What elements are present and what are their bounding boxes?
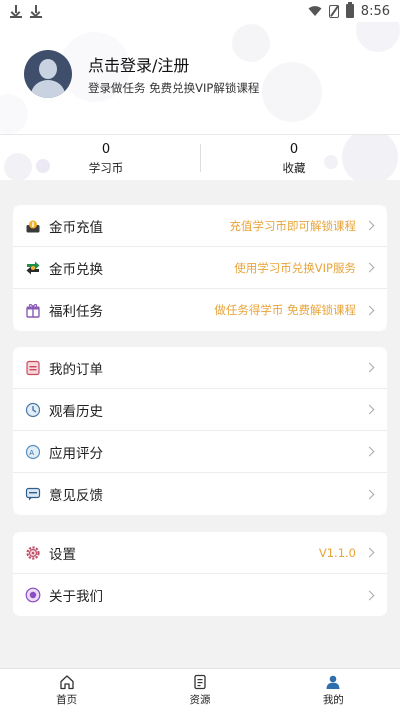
settings-icon [26, 545, 40, 560]
menu-item-coin-exchange[interactable]: 金币兑换 使用学习币兑换VIP服务 [13, 247, 387, 289]
stat-favorites-label: 收藏 [282, 161, 306, 175]
chevron-right-icon [364, 446, 375, 457]
stats-bar: 0 学习币 0 收藏 [0, 134, 400, 180]
menu-item-hint: 充值学习币即可解锁课程 [229, 218, 357, 233]
menu-item-label: 我的订单 [49, 361, 103, 378]
chevron-right-icon [364, 262, 375, 273]
tab-profile[interactable]: 我的 [267, 669, 400, 710]
login-title[interactable]: 点击登录/注册 [88, 52, 189, 76]
activity-card: 我的订单 观看历史 A 应用评分 意见反馈 [13, 347, 387, 515]
menu-item-watch-history[interactable]: 观看历史 [13, 389, 387, 431]
menu-item-label: 福利任务 [49, 304, 103, 320]
svg-text:A: A [29, 449, 34, 457]
chevron-right-icon [364, 305, 375, 315]
menu-item-welfare-tasks[interactable]: 福利任务 做任务得学币 免费解锁课程 [13, 289, 387, 331]
chevron-right-icon [364, 590, 375, 600]
login-subtitle: 登录做任务 免费兑换VIP解锁课程 [88, 81, 260, 95]
menu-item-hint: 做任务得学币 免费解锁课程 [214, 303, 356, 317]
chevron-right-icon [364, 547, 375, 558]
coin-exchange-icon [26, 261, 40, 274]
tab-label: 资源 [189, 694, 211, 706]
menu-item-app-rating[interactable]: A 应用评分 [13, 431, 387, 473]
stat-favorites-value: 0 [289, 142, 299, 157]
orders-icon [26, 360, 40, 375]
menu-item-about-us[interactable]: 关于我们 [13, 574, 387, 616]
tab-label: 首页 [56, 694, 78, 706]
chevron-right-icon [364, 404, 375, 415]
profile-icon [326, 675, 340, 689]
battery-icon [345, 2, 354, 18]
no-sim-icon [328, 4, 339, 18]
settings-card: 设置 V1.1.0 关于我们 [13, 532, 387, 616]
profile-header[interactable]: 点击登录/注册 登录做任务 免费兑换VIP解锁课程 [0, 22, 400, 134]
coin-recharge-icon [26, 220, 40, 232]
rating-icon: A [25, 444, 41, 459]
download-icon [10, 4, 22, 18]
stat-favorites[interactable]: 0 收藏 [194, 135, 394, 180]
status-bar: 8:56 [0, 0, 400, 22]
menu-item-my-orders[interactable]: 我的订单 [13, 347, 387, 389]
menu-item-label: 设置 [49, 546, 76, 563]
menu-item-label: 金币兑换 [49, 261, 103, 278]
feedback-icon [25, 487, 41, 501]
wallet-card: 金币充值 充值学习币即可解锁课程 金币兑换 使用学习币兑换VIP服务 福利任务 … [13, 205, 387, 331]
menu-item-label: 意见反馈 [49, 488, 103, 504]
app-version: V1.1.0 [318, 545, 356, 560]
stat-coins-value: 0 [101, 142, 111, 157]
tab-label: 我的 [322, 694, 344, 706]
tab-home[interactable]: 首页 [0, 669, 133, 710]
menu-item-feedback[interactable]: 意见反馈 [13, 473, 387, 515]
menu-item-label: 观看历史 [49, 403, 103, 420]
bottom-tab-bar: 首页 资源 我的 [0, 668, 400, 710]
menu-item-settings[interactable]: 设置 V1.1.0 [13, 532, 387, 574]
stat-coins-label: 学习币 [88, 161, 124, 175]
menu-item-coin-recharge[interactable]: 金币充值 充值学习币即可解锁课程 [13, 205, 387, 247]
home-icon [60, 675, 74, 690]
chevron-right-icon [364, 362, 375, 373]
gift-icon [26, 303, 40, 318]
menu-item-hint: 使用学习币兑换VIP服务 [234, 260, 356, 275]
menu-item-label: 关于我们 [49, 589, 103, 605]
status-time: 8:56 [360, 3, 390, 19]
avatar[interactable] [24, 50, 72, 98]
menu-item-label: 应用评分 [49, 445, 103, 462]
history-icon [25, 402, 41, 417]
download-icon [30, 4, 42, 18]
menu-item-label: 金币充值 [49, 219, 103, 236]
chevron-right-icon [364, 489, 375, 499]
stat-coins[interactable]: 0 学习币 [6, 135, 206, 180]
wifi-icon [308, 6, 322, 16]
chevron-right-icon [364, 220, 375, 231]
tab-resources[interactable]: 资源 [133, 669, 266, 710]
about-icon [25, 587, 41, 603]
resources-icon [194, 674, 206, 690]
